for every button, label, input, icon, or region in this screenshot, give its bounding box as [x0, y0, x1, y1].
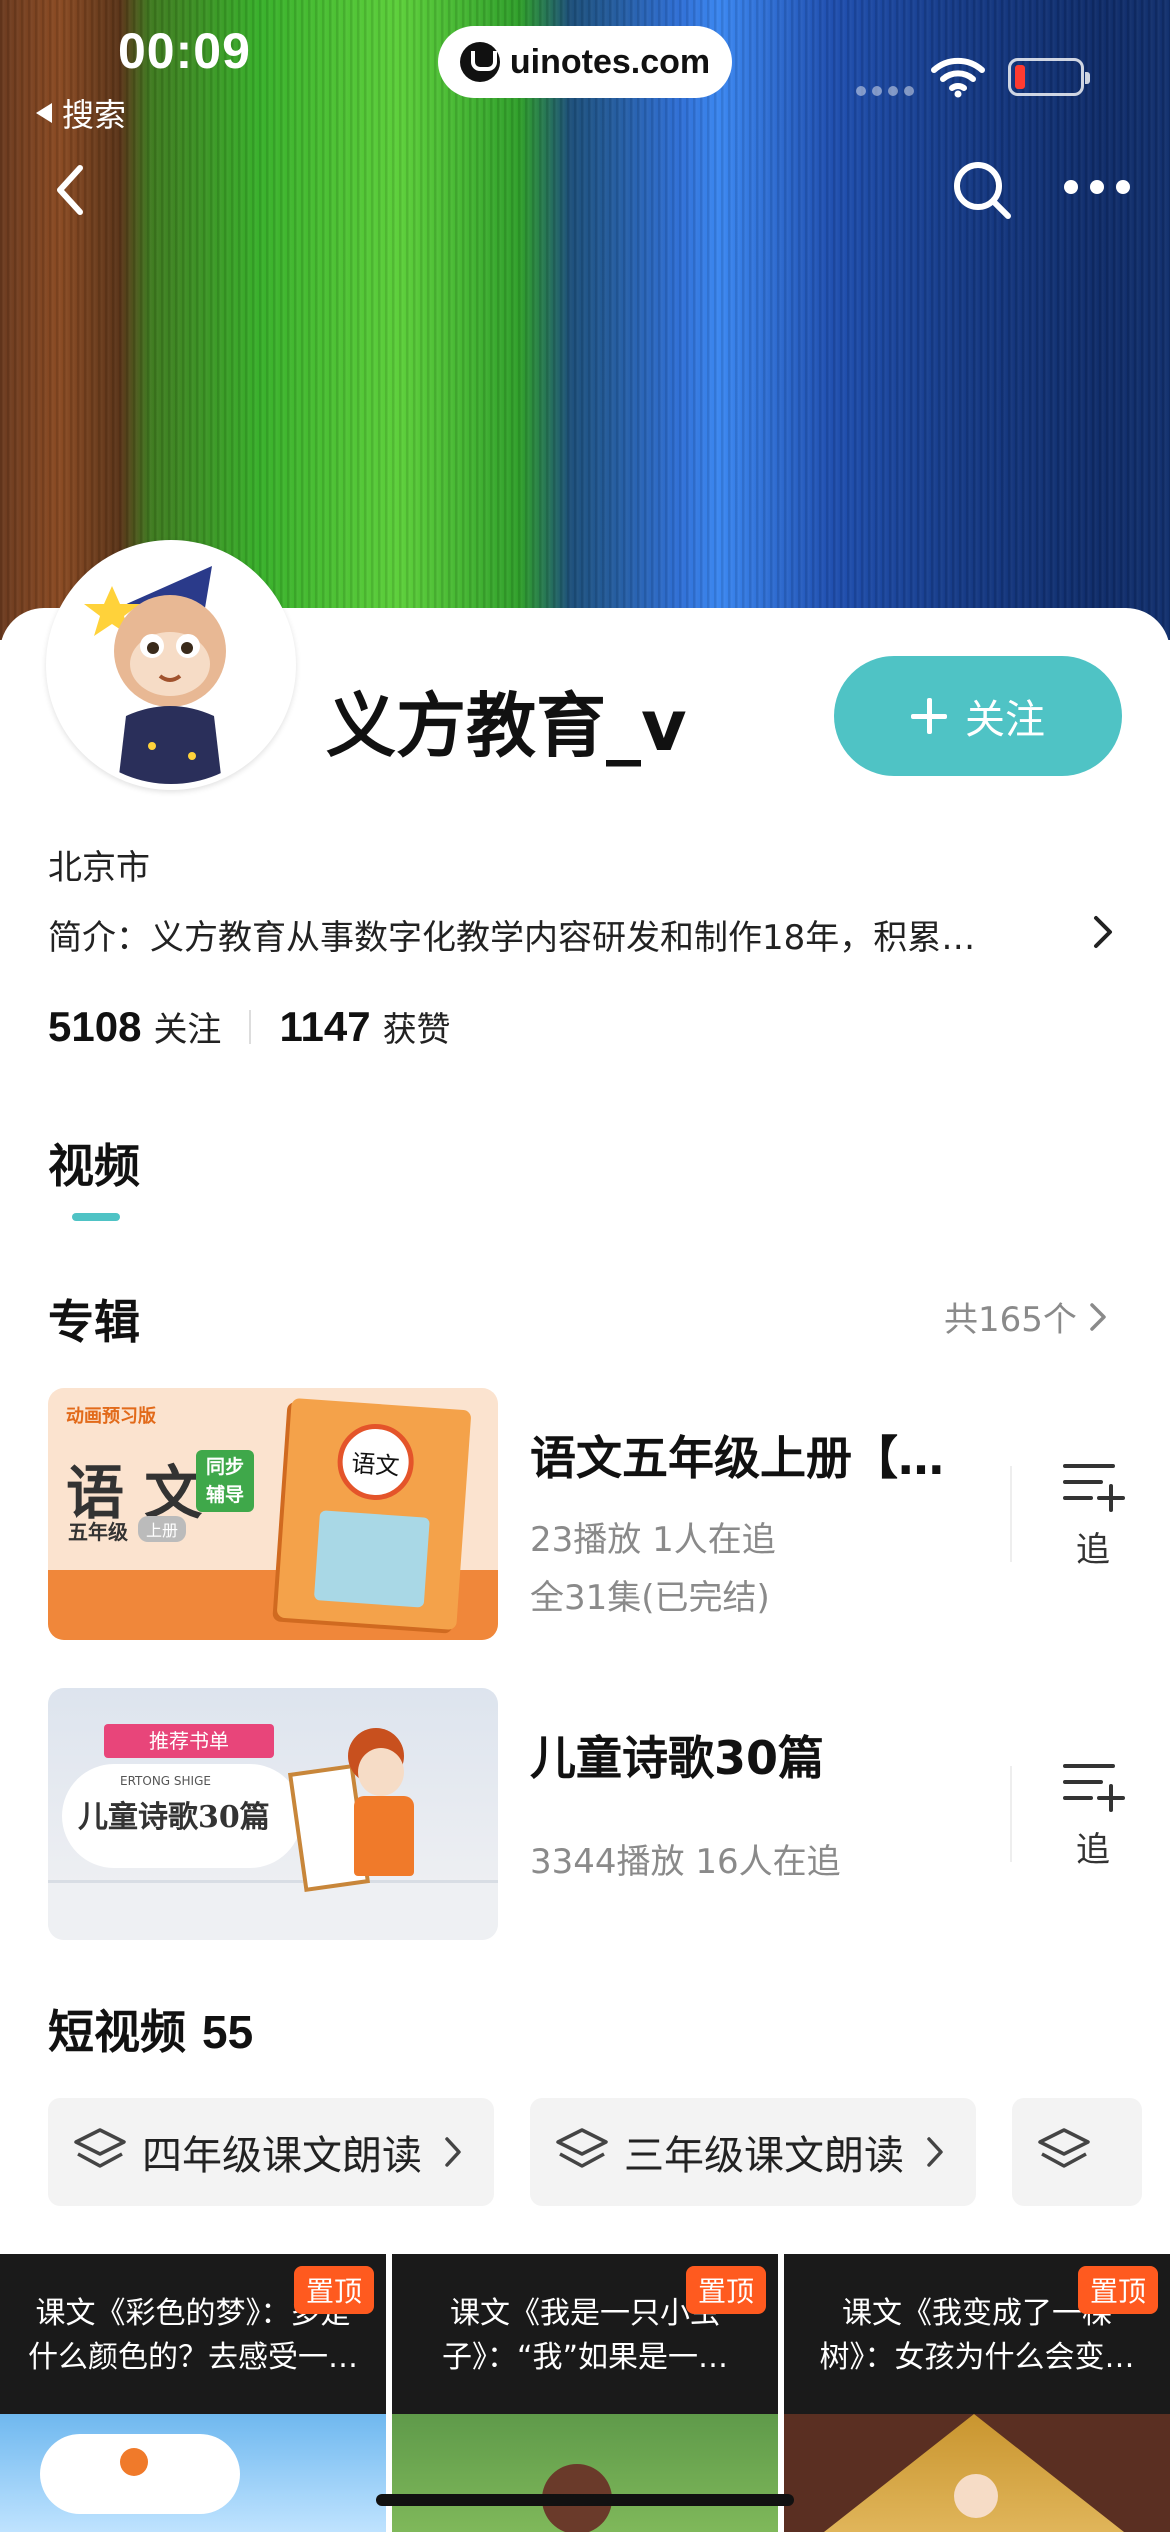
- albums-section-title: 专辑: [48, 1295, 140, 1349]
- thumb-badge: 同步 辅导: [196, 1450, 254, 1512]
- album-stats: 23播放 1人在追: [530, 1520, 776, 1560]
- textbook-cover: 语文: [276, 1397, 472, 1631]
- textbook-label: 语文: [335, 1421, 417, 1503]
- album-thumbnail: 推荐书单 ERTONG SHIGE 儿童诗歌30篇: [48, 1688, 498, 1940]
- album-title: 儿童诗歌30篇: [530, 1731, 825, 1785]
- thumb-big-title: 儿童诗歌30篇: [78, 1800, 270, 1835]
- back-chevron-icon[interactable]: [50, 160, 90, 220]
- back-app-label: 搜索: [62, 96, 127, 134]
- video-thumbnail: [784, 2414, 1170, 2532]
- chevron-right-icon: [445, 2137, 461, 2167]
- playlist-chips: 四年级课文朗读 三年级课文朗读: [48, 2098, 1170, 2206]
- playlist-chip-label: 三年级课文朗读: [624, 2133, 904, 2179]
- thumb-ribbon: 推荐书单: [104, 1724, 274, 1758]
- playlist-chip[interactable]: 四年级课文朗读: [48, 2098, 494, 2206]
- video-tile[interactable]: 课文《彩色的梦》：多是什么颜色的？去感受一… 置顶: [0, 2254, 386, 2532]
- pinned-badge: 置顶: [293, 2266, 374, 2314]
- layers-icon: [1038, 2128, 1090, 2168]
- follow-button-label: 关注: [965, 697, 1045, 743]
- avatar[interactable]: [46, 540, 296, 790]
- playlist-chip[interactable]: [1012, 2098, 1142, 2206]
- album-item[interactable]: 动画预习版 语 文 五年级 上册 同步 辅导 语文 语文五年级上册【… 23播放…: [48, 1388, 1128, 1640]
- album-thumbnail: 动画预习版 语 文 五年级 上册 同步 辅导 语文: [48, 1388, 498, 1640]
- site-logo-icon: [459, 42, 500, 82]
- video-thumbnail: [0, 2414, 386, 2532]
- add-to-list-icon: [1063, 1764, 1125, 1812]
- following-label[interactable]: 关注: [153, 1002, 221, 1051]
- thumb-badge-line2: 辅导: [205, 1484, 244, 1506]
- add-to-list-icon: [1063, 1464, 1125, 1512]
- pinned-badge: 置顶: [685, 2266, 766, 2314]
- album-divider: [1010, 1466, 1012, 1562]
- short-videos-title: 短视频 55: [48, 1996, 253, 2062]
- profile-screen: 00:09 搜索 uinotes.com 义方教育_v 关注 北京市 简介：义方…: [0, 0, 1170, 2532]
- playlist-chip[interactable]: 三年级课文朗读: [530, 2098, 976, 2206]
- profile-stats: 5108 关注 1147 获赞: [48, 1002, 451, 1051]
- album-episodes: 全31集(已完结): [530, 1578, 770, 1618]
- back-to-app[interactable]: 搜索: [36, 90, 126, 136]
- layers-icon: [74, 2128, 126, 2168]
- short-video-grid: 课文《彩色的梦》：多是什么颜色的？去感受一… 置顶 课文《我是一只小虫子》：“我…: [0, 2254, 1170, 2532]
- home-indicator: [376, 2494, 794, 2506]
- album-title: 语文五年级上册【…: [530, 1431, 944, 1485]
- status-time: 00:09: [118, 23, 251, 79]
- chevron-right-icon: [1090, 1302, 1106, 1331]
- albums-count-link[interactable]: 共165个: [944, 1292, 1109, 1341]
- album-item[interactable]: 推荐书单 ERTONG SHIGE 儿童诗歌30篇 儿童诗歌30篇 3344播放…: [48, 1688, 1128, 1940]
- thumb-grade: 五年级: [68, 1520, 128, 1544]
- chevron-right-icon[interactable]: [1088, 912, 1118, 952]
- album-stats: 3344播放 16人在追: [530, 1842, 841, 1882]
- profile-name: 义方教育_v: [326, 685, 687, 767]
- battery-icon: [1008, 58, 1090, 96]
- back-triangle-icon: [36, 103, 52, 123]
- stats-divider: [249, 1009, 252, 1044]
- thumb-tag: 动画预习版: [66, 1406, 156, 1427]
- cellular-signal-icon: [856, 86, 914, 96]
- track-label: 追: [1076, 1830, 1110, 1870]
- profile-location: 北京市: [48, 848, 150, 888]
- plus-icon: [911, 698, 947, 734]
- video-tile[interactable]: 课文《我变成了一棵树》：女孩为什么会变… 置顶: [784, 2254, 1170, 2532]
- video-tile[interactable]: 课文《我是一只小虫子》：“我”如果是一… 置顶: [392, 2254, 778, 2532]
- short-videos-count: 55: [202, 2006, 254, 2058]
- thumb-badge-line1: 同步: [205, 1456, 244, 1478]
- likes-count: 1147: [279, 1002, 371, 1050]
- monkey-mascot-icon: [52, 546, 290, 784]
- search-icon[interactable]: [950, 158, 1014, 222]
- layers-icon: [556, 2128, 608, 2168]
- chevron-right-icon: [927, 2137, 943, 2167]
- video-thumbnail: [392, 2414, 778, 2532]
- playlist-chip-label: 四年级课文朗读: [142, 2133, 422, 2179]
- following-count: 5108: [48, 1002, 142, 1050]
- thumb-en-title: ERTONG SHIGE: [120, 1774, 211, 1788]
- albums-count-label: 共165个: [944, 1300, 1077, 1340]
- likes-label: 获赞: [382, 1010, 451, 1050]
- url-pill: uinotes.com: [438, 26, 732, 98]
- thumb-volume: 上册: [138, 1516, 187, 1542]
- follow-button[interactable]: 关注: [834, 656, 1122, 776]
- track-label: 追: [1076, 1530, 1110, 1570]
- more-options-icon[interactable]: [1064, 180, 1130, 194]
- profile-bio[interactable]: 简介：义方教育从事数字化教学内容研发和制作18年，积累…: [48, 910, 1108, 959]
- url-text: uinotes.com: [509, 42, 711, 81]
- track-button[interactable]: 追: [1058, 1758, 1128, 1871]
- short-videos-label: 短视频: [48, 2006, 186, 2058]
- album-divider: [1010, 1766, 1012, 1862]
- tab-active-indicator: [72, 1213, 120, 1221]
- track-button[interactable]: 追: [1058, 1458, 1128, 1571]
- pinned-badge: 置顶: [1077, 2266, 1158, 2314]
- tab-videos[interactable]: 视频: [48, 1130, 140, 1196]
- wifi-icon: [931, 57, 985, 98]
